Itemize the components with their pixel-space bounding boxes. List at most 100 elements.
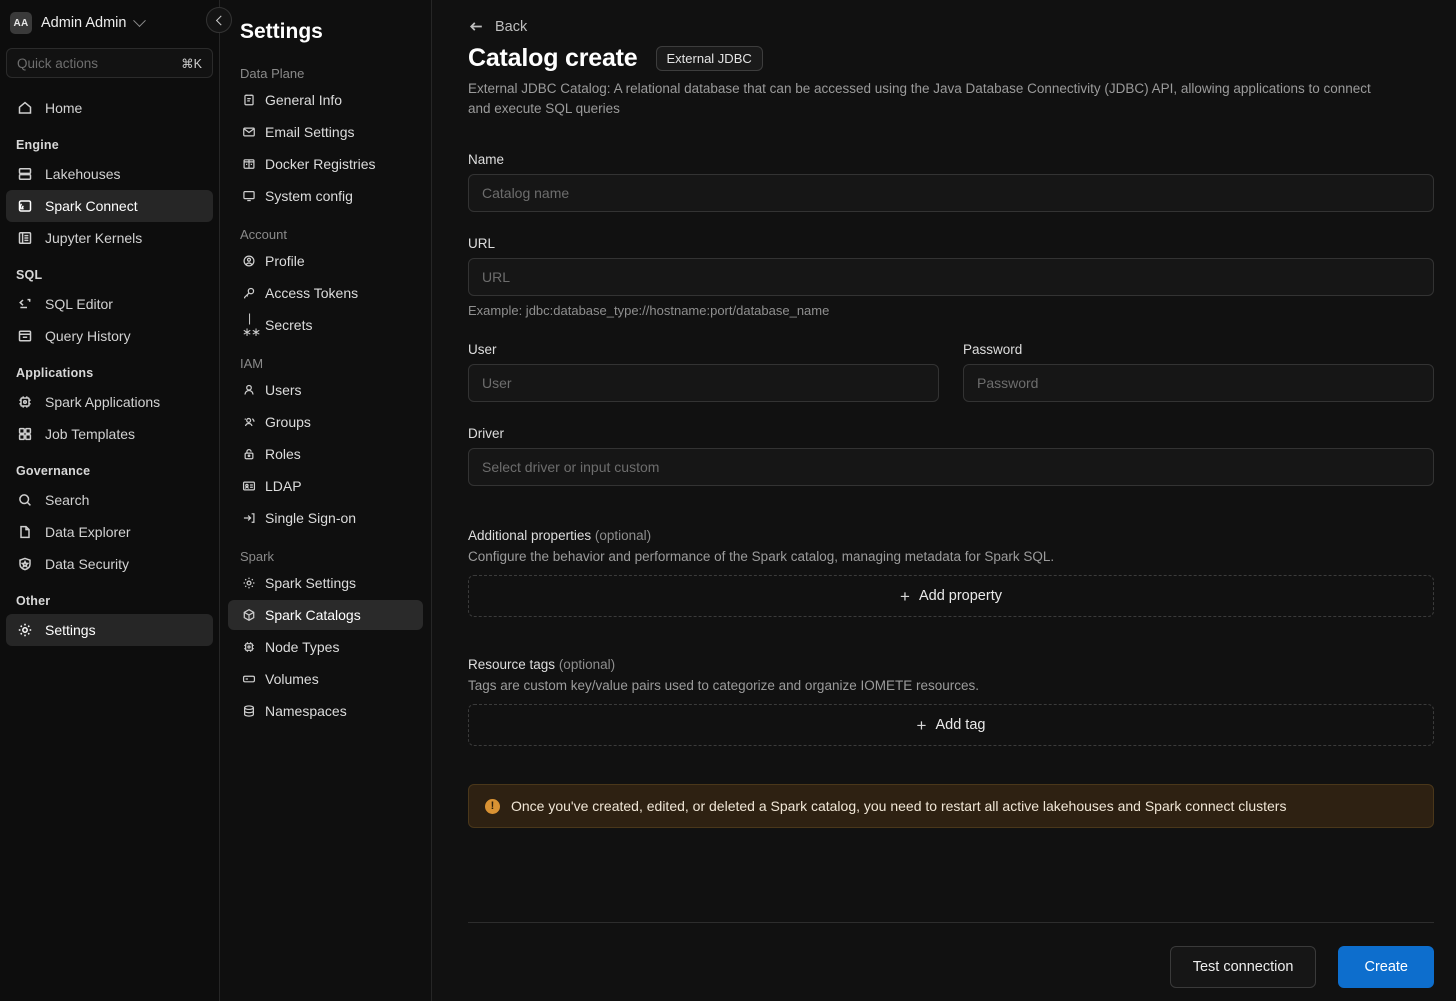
add-tag-button[interactable]: + Add tag (468, 704, 1434, 747)
avatar: AA (10, 12, 32, 34)
subnav-item-label: Access Tokens (265, 285, 359, 301)
subnav-item-node-types[interactable]: Node Types (228, 632, 423, 662)
settings-subnav: Settings Data Plane General Info Email S… (220, 0, 432, 1001)
back-label: Back (495, 18, 528, 35)
additional-properties-section: Additional properties (optional) Configu… (468, 528, 1434, 618)
sidebar-item-label: Search (45, 492, 90, 508)
subnav-title: Settings (240, 20, 323, 43)
name-label: Name (468, 152, 505, 168)
subnav-item-label: Spark Catalogs (265, 607, 361, 623)
sidebar-item-job-templates[interactable]: Job Templates (6, 418, 213, 450)
subnav-item-docker-registries[interactable]: Docker Registries (228, 149, 423, 179)
code-icon (16, 296, 33, 313)
resource-tags-description: Tags are custom key/value pairs used to … (468, 678, 979, 694)
user-circle-icon (243, 255, 255, 267)
sidebar-item-label: Lakehouses (45, 166, 121, 182)
subnav-item-email-settings[interactable]: Email Settings (228, 117, 423, 147)
search-icon (16, 492, 33, 509)
sidebar-item-label: Job Templates (45, 426, 136, 442)
cube-icon (243, 608, 255, 622)
registry-icon (243, 159, 255, 169)
subnav-item-label: Volumes (265, 671, 319, 687)
url-input[interactable] (468, 258, 1434, 297)
collapse-sidebar-button[interactable] (206, 7, 232, 33)
sidebar-item-label: Query History (45, 328, 131, 344)
driver-select[interactable] (468, 448, 1434, 487)
sidebar-item-sql-editor[interactable]: SQL Editor (6, 288, 213, 320)
driver-label: Driver (468, 426, 504, 442)
resource-tags-section: Resource tags (optional) Tags are custom… (468, 657, 1434, 747)
sidebar-item-data-explorer[interactable]: Data Explorer (6, 516, 213, 548)
sidebar-item-spark-connect[interactable]: Spark Connect (6, 190, 213, 222)
user-input[interactable] (468, 364, 939, 403)
subnav-group-iam: IAM (240, 356, 264, 371)
subnav-item-groups[interactable]: Groups (228, 407, 423, 437)
chip-icon (16, 394, 33, 411)
subnav-item-label: Email Settings (265, 124, 355, 140)
footer-divider (468, 922, 1434, 923)
sidebar-item-query-history[interactable]: Query History (6, 320, 213, 352)
add-property-label: Add property (918, 588, 1002, 605)
subnav-item-label: General Info (265, 92, 343, 108)
subnav-group-spark: Spark (240, 549, 274, 564)
document-icon (16, 524, 33, 541)
subnav-item-general-info[interactable]: General Info (228, 85, 423, 115)
subnav-item-label: Namespaces (265, 703, 347, 719)
subnav-item-label: System config (265, 188, 353, 204)
subnav-item-namespaces[interactable]: Namespaces (228, 696, 423, 726)
add-property-button[interactable]: + Add property (468, 575, 1434, 618)
additional-properties-optional: (optional) (594, 528, 652, 544)
lock-icon (244, 449, 254, 460)
subnav-item-ldap[interactable]: LDAP (228, 471, 423, 501)
additional-properties-description: Configure the behavior and performance o… (468, 549, 1055, 565)
quick-actions-input[interactable]: Quick actions ⌘K (6, 48, 213, 78)
password-label: Password (963, 342, 1023, 358)
notebook-icon (244, 94, 254, 106)
subnav-group-account: Account (240, 227, 287, 242)
arrow-left-icon (469, 22, 482, 31)
subnav-item-system-config[interactable]: System config (228, 181, 423, 211)
sidebar-item-home[interactable]: Home (6, 92, 213, 124)
user-menu[interactable]: AA Admin Admin (6, 4, 213, 42)
status-badge: External JDBC (655, 46, 763, 71)
subnav-item-spark-settings[interactable]: Spark Settings (228, 568, 423, 598)
subnav-item-single-sign-on[interactable]: Single Sign-on (228, 503, 423, 533)
sidebar-item-lakehouses[interactable]: Lakehouses (6, 158, 213, 190)
subnav-item-secrets[interactable]: |∗∗ Secrets (228, 310, 423, 340)
jupyter-icon (16, 230, 33, 247)
sidebar-item-settings[interactable]: Settings (6, 614, 213, 646)
subnav-item-label: Node Types (265, 639, 340, 655)
subnav-item-spark-catalogs[interactable]: Spark Catalogs (228, 600, 423, 630)
add-tag-label: Add tag (935, 717, 986, 734)
subnav-item-access-tokens[interactable]: Access Tokens (228, 278, 423, 308)
subnav-item-users[interactable]: Users (228, 375, 423, 405)
sidebar-item-search[interactable]: Search (6, 484, 213, 516)
gear-icon (16, 622, 33, 639)
create-button[interactable]: Create (1338, 946, 1434, 988)
sidebar-item-spark-applications[interactable]: Spark Applications (6, 386, 213, 418)
test-connection-button[interactable]: Test connection (1169, 946, 1317, 988)
subnav-item-profile[interactable]: Profile (228, 246, 423, 276)
subnav-item-label: Roles (265, 446, 301, 462)
name-input[interactable] (468, 174, 1434, 213)
sidebar-group-other: Other (16, 594, 51, 608)
subnav-item-volumes[interactable]: Volumes (228, 664, 423, 694)
resource-tags-title-text: Resource tags (468, 657, 556, 673)
warning-text: Once you've created, edited, or deleted … (511, 798, 1287, 815)
password-input[interactable] (963, 364, 1434, 403)
warning-icon: ! (485, 798, 500, 814)
subnav-item-roles[interactable]: Roles (228, 439, 423, 469)
sidebar-group-governance: Governance (16, 464, 91, 478)
url-field-group: URL Example: jdbc:database_type://hostna… (468, 236, 1434, 318)
subnav-item-label: Single Sign-on (265, 510, 357, 526)
key-icon (244, 287, 255, 299)
lakehouse-icon (16, 166, 33, 183)
catalog-create-form: Name URL Example: jdbc:database_type://h… (468, 152, 1434, 829)
subnav-item-label: Secrets (265, 317, 313, 333)
sidebar-group-sql: SQL (16, 268, 43, 282)
sidebar-item-data-security[interactable]: Data Security (6, 548, 213, 580)
subnav-item-label: Groups (265, 414, 311, 430)
back-button[interactable]: Back (468, 18, 527, 35)
sidebar-item-jupyter-kernels[interactable]: Jupyter Kernels (6, 222, 213, 254)
page-header: Catalog create External JDBC (468, 44, 1434, 73)
